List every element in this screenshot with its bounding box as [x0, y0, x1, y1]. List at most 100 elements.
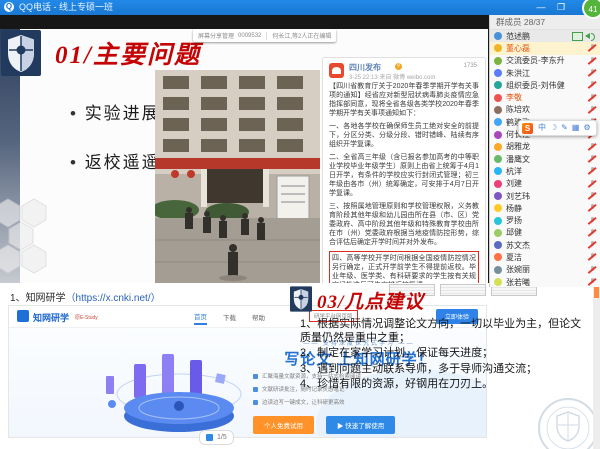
member-row[interactable]: 罗扬 [490, 214, 600, 226]
mic-muted-icon [588, 192, 596, 200]
cnki-illustration [104, 346, 254, 438]
weibo-avatar [329, 63, 344, 78]
window-titlebar[interactable]: Q QQ电话 - 线上专硕一班 — ❐ [0, 0, 600, 15]
member-name: 刘建 [506, 178, 588, 189]
member-name: 胡雅龙 [506, 141, 588, 152]
member-avatar [494, 32, 502, 40]
sogou-input-bar[interactable]: S 中 ☽ ✎ ▦⚙ [518, 120, 597, 136]
member-name: 张若曦 [506, 277, 588, 288]
member-name: 罗扬 [506, 215, 588, 226]
page-icon [206, 434, 213, 441]
member-row[interactable]: 李敬 [490, 91, 600, 103]
collab-toolbar-right: 何长江,等2人正在编辑 [272, 31, 331, 40]
cnki-nav-item: 帮助 [252, 310, 265, 324]
member-row[interactable]: 胡雅龙 [490, 141, 600, 153]
mic-muted-icon [588, 106, 596, 114]
member-panel-header: 群成员 28/37 [490, 15, 600, 30]
mic-muted-icon [588, 155, 596, 163]
collab-toolbar-left: 屏幕分享管理 [198, 31, 234, 40]
mic-muted-icon [588, 204, 596, 212]
screen-share-icon [572, 32, 583, 41]
member-avatar [494, 131, 502, 139]
mic-muted-icon [588, 266, 596, 274]
university-seal-watermark [536, 396, 600, 449]
suggestion-item: 4、珍惜有限的资源，好钢用在刀刃上。 [300, 378, 586, 392]
restore-button[interactable]: ❐ [553, 0, 569, 15]
member-row[interactable]: 杭洋 [490, 165, 600, 177]
suggestion-item: 3、遇到问题主动联系导师，多于导师沟通交流； [300, 363, 586, 377]
member-avatar [494, 229, 502, 237]
member-row[interactable]: 苏文杰 [490, 239, 600, 251]
member-row[interactable]: 范述鹏 [490, 30, 600, 42]
cnki-trial-button: 个人免费试用 [253, 416, 314, 434]
call-timer-badge[interactable]: 41 [582, 0, 600, 19]
member-avatar [494, 143, 502, 151]
member-name: 组织委员-刘伟健 [506, 80, 588, 91]
member-list: 范述鹏 董心磊 交流委员-李东升 [490, 30, 600, 288]
member-name: 李敬 [506, 92, 588, 103]
member-row[interactable]: 潘鹰文 [490, 153, 600, 165]
university-shield-logo [1, 30, 41, 76]
member-name: 董心磊 [506, 43, 588, 54]
member-row[interactable]: 杨静 [490, 202, 600, 214]
document-scrollbar [593, 283, 600, 449]
member-avatar [494, 278, 502, 286]
qq-call-window: Q QQ电话 - 线上专硕一班 — ❐ 41 01/主要问题 实验进展缓慢返校遥… [0, 0, 600, 449]
member-name: 交流委员-李东升 [506, 55, 588, 66]
member-name: 范述鹏 [506, 31, 572, 42]
member-row[interactable]: 交流委员-李东升 [490, 55, 600, 67]
member-avatar [494, 204, 502, 212]
member-row[interactable]: 夏洁 [490, 251, 600, 263]
mic-muted-icon [588, 143, 596, 151]
sogou-tool-icon[interactable]: ☽ [550, 122, 557, 134]
member-row[interactable]: 邱健 [490, 227, 600, 239]
member-row[interactable]: 陈培欢 [490, 104, 600, 116]
suggestions-list: 1、根据实际情况调整论文方向，一切以毕业为主，但论文质量仍然是重中之重；2、制定… [300, 318, 586, 394]
mic-muted-icon [588, 241, 596, 249]
weibo-paragraph: 三、按照属地管理原则和学校管理权限，义务教育阶段其他年级和幼儿园由所在县（市、区… [329, 202, 479, 247]
cnki-heading-url: （https://x.cnki.net/） [66, 293, 161, 304]
sogou-tool-icon[interactable]: ▦ [572, 122, 580, 134]
mic-muted-icon [588, 167, 596, 175]
collab-toolbar: 屏幕分享管理 0009532 何长江,等2人正在编辑 [193, 29, 336, 42]
weibo-paragraph: 一、各地各学校在确保师生员工绝对安全的前提下，分区分类、分级分段、错时错峰、陆续… [329, 122, 479, 149]
member-name: 邱健 [506, 227, 588, 238]
member-name: 陈培欢 [506, 104, 588, 115]
member-avatar [494, 106, 502, 114]
member-row[interactable]: 董心磊 [490, 42, 600, 54]
member-name: 杭洋 [506, 166, 588, 177]
member-row[interactable]: 朱洪江 [490, 67, 600, 79]
university-shield-logo-small [290, 286, 312, 312]
sogou-tool-icon[interactable]: 中 [538, 122, 546, 134]
minimize-button[interactable]: — [533, 0, 549, 15]
member-avatar [494, 155, 502, 163]
collab-code: 0009532 [238, 33, 261, 39]
member-avatar [494, 57, 502, 65]
member-row[interactable]: 刘艺玮 [490, 190, 600, 202]
cnki-nav-items: 首页下载帮助 [194, 306, 281, 327]
member-row[interactable]: 张婉丽 [490, 264, 600, 276]
mic-muted-icon [588, 94, 596, 102]
mini-thumbnail [440, 284, 486, 296]
member-avatar [494, 253, 502, 261]
member-row[interactable]: 张若曦 [490, 276, 600, 288]
member-row[interactable]: 刘建 [490, 178, 600, 190]
member-name: 朱洪江 [506, 68, 588, 79]
member-avatar [494, 44, 502, 52]
campus-photo [155, 70, 320, 283]
member-name: 潘鹰文 [506, 154, 588, 165]
member-row[interactable]: 组织委员-刘伟健 [490, 79, 600, 91]
sogou-tool-icon[interactable]: ⚙ [583, 122, 590, 134]
weibo-stat: 1735 [464, 63, 477, 69]
mic-muted-icon [588, 44, 596, 52]
sogou-tool-icon[interactable]: ✎ [561, 122, 568, 134]
suggestions-title: 03/几点建议 [317, 287, 424, 314]
sogou-logo-icon[interactable]: S [522, 123, 533, 134]
member-name: 张婉丽 [506, 264, 588, 275]
member-avatar [494, 266, 502, 274]
mic-muted-icon [588, 253, 596, 261]
mic-muted-icon [588, 229, 596, 237]
member-name: 苏文杰 [506, 240, 588, 251]
member-avatar [494, 217, 502, 225]
weibo-paragraph: 四、高等学校开学时间根据全国疫情防控情况另行确定，正式开学前学生不得提前返校。毕… [329, 251, 479, 283]
